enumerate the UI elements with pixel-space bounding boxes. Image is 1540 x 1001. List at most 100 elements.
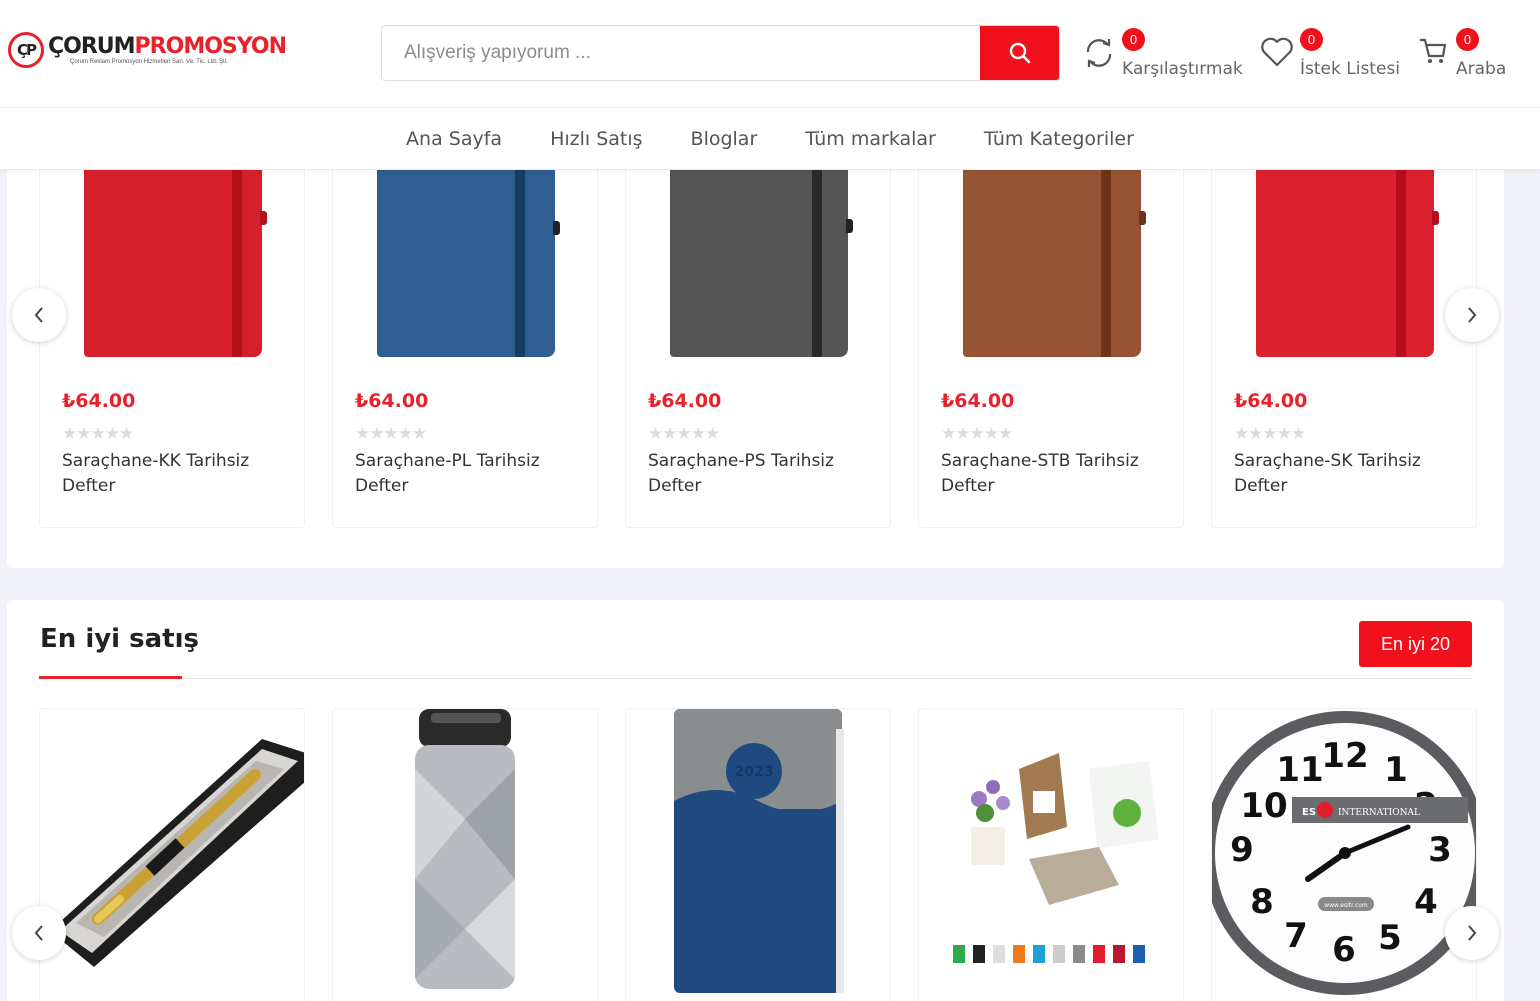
cart-icon (1420, 38, 1447, 63)
carousel-next-button[interactable] (1445, 288, 1499, 342)
cart-link[interactable]: 0 Araba (1418, 28, 1518, 82)
search-icon (1009, 42, 1030, 64)
thermos-image[interactable] (333, 709, 598, 1001)
carousel-prev-button[interactable] (12, 288, 66, 342)
section-title-underline (39, 676, 182, 679)
pen-box-image[interactable] (40, 709, 305, 1001)
product-name[interactable]: Saraçhane-PS Tarihsiz Defter (648, 449, 868, 499)
notebook-band (515, 151, 525, 357)
product-card[interactable]: 2023 (625, 708, 891, 1001)
product-image[interactable] (1256, 151, 1439, 357)
notebook-band (1101, 151, 1111, 357)
notebook-cover (377, 151, 555, 357)
site-header: ÇP ÇORUMPROMOSYON Çorum Reklam Promosyon… (0, 0, 1540, 108)
section-divider (39, 678, 1472, 679)
notebook-tab (260, 211, 267, 225)
svg-text:8: 8 (1250, 882, 1274, 922)
diary-image[interactable]: 2023 (626, 709, 891, 1001)
compare-icon (1086, 39, 1112, 67)
seed-kit-image[interactable] (919, 709, 1184, 1001)
product-card[interactable] (39, 708, 305, 1001)
cart-label: Araba (1456, 59, 1507, 79)
nav-item-blogs[interactable]: Bloglar (691, 128, 758, 150)
svg-text:12: 12 (1321, 736, 1368, 776)
product-name[interactable]: Saraçhane-PL Tarihsiz Defter (355, 449, 575, 499)
bestsellers-section: En iyi satış En iyi 20 2023 12 11 10 9 8… (7, 600, 1504, 1001)
logo-wordmark: ÇORUMPROMOSYON (48, 34, 287, 59)
wishlist-label: İstek Listesi (1300, 59, 1400, 79)
logo-subtitle: Çorum Reklam Promosyon Hizmetleri San. V… (70, 59, 228, 65)
product-price: ₺64.00 (355, 390, 429, 412)
top-20-button[interactable]: En iyi 20 (1359, 621, 1472, 667)
chevron-left-icon (34, 307, 43, 323)
product-card[interactable]: ₺64.00 ★★★★★ Saraçhane-PL Tarihsiz Defte… (332, 150, 598, 528)
chevron-left-icon (34, 925, 43, 941)
cart-count-badge: 0 (1456, 28, 1479, 51)
product-rating-stars: ★★★★★ (62, 424, 134, 444)
product-image[interactable] (670, 151, 853, 357)
product-name[interactable]: Saraçhane-KK Tarihsiz Defter (62, 449, 282, 499)
chevron-right-icon (1468, 925, 1477, 941)
notebook-tab (1139, 211, 1146, 225)
site-logo[interactable]: ÇP ÇORUMPROMOSYON Çorum Reklam Promosyon… (8, 32, 287, 68)
product-card[interactable]: ₺64.00 ★★★★★ Saraçhane-PS Tarihsiz Defte… (625, 150, 891, 528)
compare-label: Karşılaştırmak (1122, 59, 1243, 79)
product-card[interactable]: ₺64.00 ★★★★★ Saraçhane-KK Tarihsiz Defte… (39, 150, 305, 528)
product-rating-stars: ★★★★★ (1234, 424, 1306, 444)
svg-text:9: 9 (1230, 830, 1254, 870)
product-card[interactable] (918, 708, 1184, 1001)
product-card[interactable]: ₺64.00 ★★★★★ Saraçhane-SK Tarihsiz Defte… (1211, 150, 1477, 528)
bestsellers-next-button[interactable] (1445, 906, 1499, 960)
search-input[interactable] (382, 26, 980, 80)
svg-text:3: 3 (1428, 830, 1452, 870)
svg-text:7: 7 (1284, 916, 1308, 956)
product-image[interactable] (84, 151, 267, 357)
svg-text:INTERNATIONAL: INTERNATIONAL (1338, 808, 1420, 818)
notebook-tab (1432, 211, 1439, 225)
main-navigation: Ana Sayfa Hızlı Satış Bloglar Tüm markal… (0, 108, 1540, 170)
notebook-band (1396, 151, 1406, 357)
product-card[interactable] (332, 708, 598, 1001)
svg-text:www.esitr.com: www.esitr.com (1324, 902, 1368, 909)
nav-item-all-categories[interactable]: Tüm Kategoriler (984, 128, 1134, 150)
product-price: ₺64.00 (941, 390, 1015, 412)
product-price: ₺64.00 (648, 390, 722, 412)
svg-text:5: 5 (1378, 918, 1402, 958)
svg-text:1: 1 (1384, 750, 1408, 790)
product-image[interactable] (963, 151, 1146, 357)
bestsellers-prev-button[interactable] (12, 906, 66, 960)
wishlist-link[interactable]: 0 İstek Listesi (1260, 28, 1400, 82)
svg-text:2023: 2023 (735, 764, 774, 780)
search-button[interactable] (980, 26, 1059, 80)
svg-text:4: 4 (1414, 882, 1438, 922)
notebook-band (812, 151, 822, 357)
heart-icon (1261, 37, 1293, 67)
chevron-right-icon (1468, 307, 1477, 323)
product-price: ₺64.00 (1234, 390, 1308, 412)
nav-item-all-brands[interactable]: Tüm markalar (805, 128, 936, 150)
product-carousel-section: ₺64.00 ★★★★★ Saraçhane-KK Tarihsiz Defte… (7, 150, 1504, 568)
product-name[interactable]: Saraçhane-SK Tarihsiz Defter (1234, 449, 1454, 499)
notebook-tab (553, 221, 560, 235)
section-title: En iyi satış (40, 624, 199, 654)
product-rating-stars: ★★★★★ (355, 424, 427, 444)
nav-item-flash-sale[interactable]: Hızlı Satış (550, 128, 642, 150)
product-name[interactable]: Saraçhane-STB Tarihsiz Defter (941, 449, 1161, 499)
wall-clock-image[interactable]: 12 11 10 9 8 7 6 5 4 3 2 1 ES INTERNATIO… (1212, 709, 1477, 1001)
svg-text:10: 10 (1240, 786, 1287, 826)
nav-item-home[interactable]: Ana Sayfa (406, 128, 502, 150)
svg-text:ES: ES (1302, 807, 1316, 818)
product-card[interactable]: 12 11 10 9 8 7 6 5 4 3 2 1 ES INTERNATIO… (1211, 708, 1477, 1001)
product-card[interactable]: ₺64.00 ★★★★★ Saraçhane-STB Tarihsiz Deft… (918, 150, 1184, 528)
wishlist-count-badge: 0 (1300, 28, 1323, 51)
product-rating-stars: ★★★★★ (941, 424, 1013, 444)
compare-count-badge: 0 (1122, 28, 1145, 51)
compare-link[interactable]: 0 Karşılaştırmak (1084, 28, 1244, 82)
svg-text:6: 6 (1332, 930, 1356, 970)
notebook-cover (963, 151, 1141, 357)
product-price: ₺64.00 (62, 390, 136, 412)
product-image[interactable] (377, 151, 560, 357)
notebook-cover (1256, 151, 1434, 357)
product-rating-stars: ★★★★★ (648, 424, 720, 444)
notebook-tab (846, 219, 853, 233)
